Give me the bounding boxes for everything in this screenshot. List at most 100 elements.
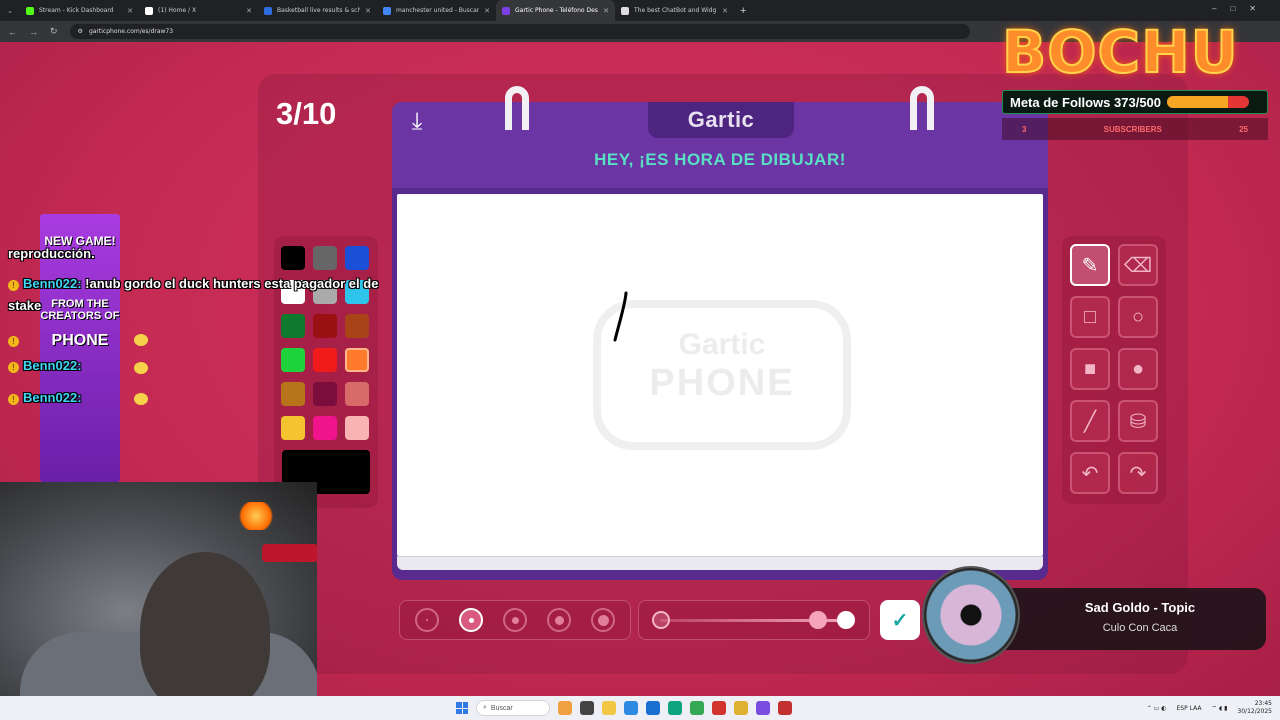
chrome-icon[interactable] (734, 701, 748, 715)
bucket-tool-button[interactable]: ⛁ (1118, 400, 1158, 442)
browser-tab[interactable]: The best ChatBot and Widg ✕ (615, 0, 734, 21)
color-swatch[interactable] (345, 314, 369, 338)
close-icon[interactable]: ✕ (603, 7, 609, 15)
app-icon[interactable] (646, 701, 660, 715)
tab-title: Basketball live results & sched (277, 7, 361, 14)
ad-text-2: FROM THE CREATORS OF (40, 298, 120, 322)
rect-fill-tool-button[interactable]: ■ (1070, 348, 1110, 390)
opacity-max-marker (837, 611, 855, 629)
chat-line: ! Benn022: (8, 358, 82, 373)
song-title: Sad Goldo - Topic (1084, 600, 1196, 615)
chat-line: stake (8, 298, 42, 313)
brush-size-option[interactable] (591, 608, 615, 632)
folder-icon[interactable] (602, 701, 616, 715)
site-info-icon[interactable]: ⚙ (78, 28, 83, 35)
close-icon[interactable]: ✕ (246, 7, 252, 15)
tab-search-icon[interactable]: ⌄ (0, 7, 20, 15)
brush-size-option[interactable] (547, 608, 571, 632)
close-icon[interactable]: ✕ (127, 7, 133, 15)
brush-size-option[interactable] (415, 608, 439, 632)
circle-fill-tool-button[interactable]: ● (1118, 348, 1158, 390)
color-swatch[interactable] (281, 382, 305, 406)
streamer-head (140, 552, 270, 698)
color-swatch[interactable] (313, 416, 337, 440)
brush-size-option[interactable] (459, 608, 483, 632)
language-indicator[interactable]: ESP LAA (1177, 705, 1202, 712)
microphone (262, 544, 317, 562)
favicon-icon (621, 6, 629, 15)
close-icon[interactable]: ✕ (365, 7, 371, 15)
app-icon[interactable] (624, 701, 638, 715)
chat-username: Benn022: (23, 390, 82, 405)
tray-icons[interactable]: ⌃ ▭ ◐ (1147, 705, 1167, 712)
line-tool-button[interactable]: ╱ (1070, 400, 1110, 442)
chat-username: Benn022: (23, 276, 82, 291)
browser-tab[interactable]: Gartic Phone - Teléfono Desco ✕ (496, 0, 615, 21)
fireplace (236, 502, 276, 530)
follow-goal-fill (1167, 96, 1229, 108)
pencil-icon: ✎ (1081, 254, 1099, 277)
search-icon: ⌕ (483, 704, 487, 711)
color-swatch[interactable] (281, 416, 305, 440)
app-icon[interactable] (558, 701, 572, 715)
new-tab-button[interactable]: + (740, 5, 746, 17)
app-icon[interactable] (778, 701, 792, 715)
edge-icon[interactable] (668, 701, 682, 715)
chat-line: reproducción. (8, 246, 95, 261)
windows-start-icon[interactable] (456, 702, 468, 714)
redo-tool-button[interactable]: ↷ (1118, 452, 1158, 494)
browser-tab[interactable]: manchester united - Buscar co ✕ (377, 0, 496, 21)
undo-tool-button[interactable]: ↶ (1070, 452, 1110, 494)
subscribers-strip: 3 SUBSCRIBERS 25 (1002, 118, 1268, 140)
color-swatch[interactable] (313, 382, 337, 406)
browser-tab[interactable]: (1) Home / X ✕ (139, 0, 258, 21)
song-artist: Culo Con Caca (1102, 622, 1178, 634)
tab-title: manchester united - Buscar co (396, 7, 480, 14)
color-swatch[interactable] (345, 348, 369, 372)
emote-icon (134, 362, 148, 374)
subs-left-count: 3 (1022, 124, 1027, 134)
rect-outline-icon: □ (1083, 305, 1097, 328)
color-swatch[interactable] (281, 246, 305, 270)
color-swatch[interactable] (313, 246, 337, 270)
chat-username: Benn022: (23, 358, 82, 373)
network-icon[interactable]: ⌔ ◖ ▮ (1211, 704, 1227, 712)
brush-size-option[interactable] (503, 608, 527, 632)
app-icon[interactable] (712, 701, 726, 715)
circle-outline-icon: ○ (1131, 305, 1145, 328)
color-swatch[interactable] (345, 382, 369, 406)
circle-outline-tool-button[interactable]: ○ (1118, 296, 1158, 338)
chrome-icon[interactable] (690, 701, 704, 715)
browser-tab[interactable]: Basketball live results & sched ✕ (258, 0, 377, 21)
url-field[interactable]: ⚙ garticphone.com/es/draw73 (69, 24, 970, 39)
app-icon[interactable] (756, 701, 770, 715)
color-swatch[interactable] (345, 416, 369, 440)
window-controls[interactable]: –□✕ (1212, 4, 1270, 13)
url-text: garticphone.com/es/draw73 (88, 28, 174, 35)
badge-icon: ! (8, 394, 19, 405)
close-icon[interactable]: ✕ (484, 7, 490, 15)
download-icon[interactable]: ⤓ (402, 108, 432, 136)
color-swatch[interactable] (313, 314, 337, 338)
clock[interactable]: 23:45 30/12/2025 (1237, 700, 1272, 716)
color-swatch[interactable] (281, 314, 305, 338)
color-swatch[interactable] (313, 348, 337, 372)
done-button[interactable]: ✓ (880, 600, 920, 640)
close-icon[interactable]: ✕ (722, 7, 728, 15)
app-icon[interactable] (580, 701, 594, 715)
favicon-icon (383, 6, 391, 15)
taskbar-search[interactable]: ⌕ Buscar (476, 700, 550, 716)
forward-icon[interactable]: → (29, 27, 38, 37)
rect-outline-tool-button[interactable]: □ (1070, 296, 1110, 338)
streamer-logo: BOCHU (1001, 17, 1239, 87)
color-swatch[interactable] (345, 246, 369, 270)
tab-title: The best ChatBot and Widg (634, 7, 717, 14)
color-swatch[interactable] (281, 348, 305, 372)
watermark-bottom: PHONE (649, 362, 795, 404)
webcam-feed (0, 482, 317, 698)
pencil-tool-button[interactable]: ✎ (1070, 244, 1110, 286)
browser-tab[interactable]: Stream - Kick Dashboard ✕ (20, 0, 139, 21)
eraser-tool-button[interactable]: ⌫ (1118, 244, 1158, 286)
back-icon[interactable]: ← (8, 27, 17, 37)
reload-icon[interactable]: ↻ (50, 26, 58, 37)
